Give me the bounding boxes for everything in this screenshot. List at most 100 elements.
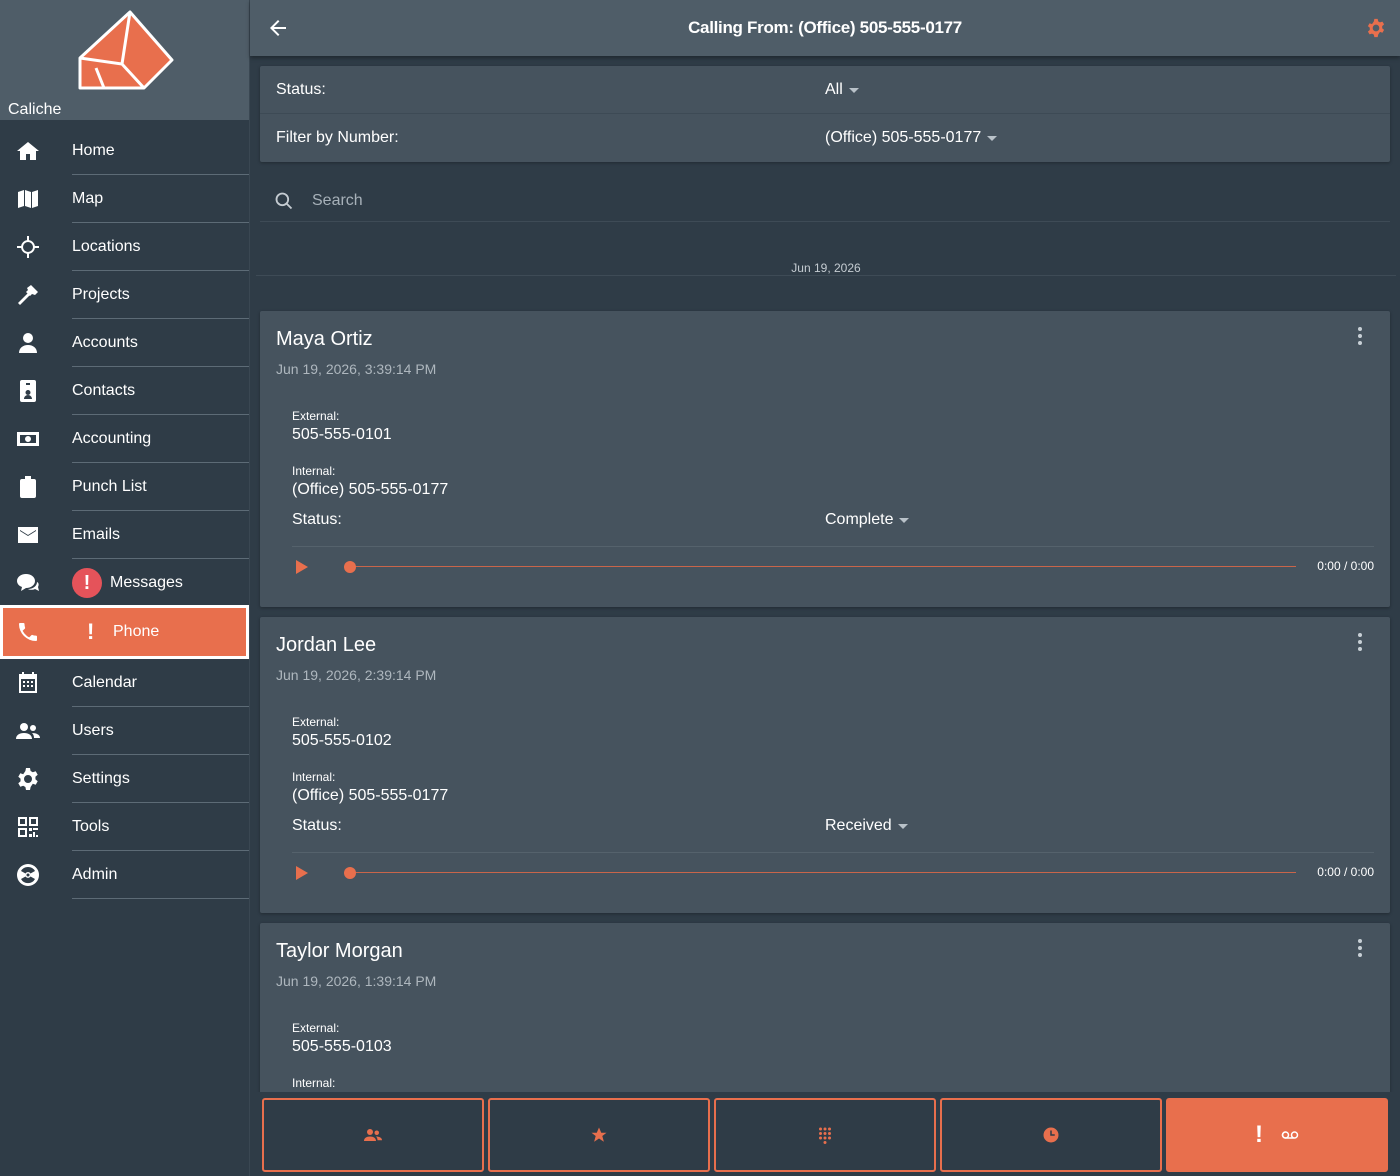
number-filter-label: Filter by Number: (276, 129, 399, 146)
call-status-value: Received (825, 817, 892, 834)
sidebar-item-admin[interactable]: Admin (0, 851, 249, 899)
audio-seek-handle[interactable] (344, 867, 356, 879)
sidebar-item-projects[interactable]: Projects (0, 271, 249, 319)
tab-dialpad[interactable] (714, 1098, 936, 1172)
sidebar-item-punch-list[interactable]: Punch List (0, 463, 249, 511)
envelope-icon (14, 523, 42, 547)
calendar-icon (14, 671, 42, 695)
messages-alert-badge: ! (72, 568, 102, 598)
qr-code-icon (14, 815, 42, 839)
call-card[interactable]: Jordan Lee Jun 19, 2026, 2:39:14 PM Exte… (260, 617, 1390, 913)
brand-name: Caliche (8, 101, 62, 118)
play-icon[interactable] (296, 560, 308, 574)
sidebar-item-label: Map (72, 190, 104, 207)
page-title: Calling From: (Office) 505-555-0177 (688, 18, 962, 37)
sidebar-item-accounts[interactable]: Accounts (0, 319, 249, 367)
sidebar-item-label: Calendar (72, 674, 137, 691)
tab-contacts[interactable] (262, 1098, 484, 1172)
sidebar-item-locations[interactable]: Locations (0, 223, 249, 271)
call-status-select[interactable]: Received (825, 817, 908, 835)
map-icon (14, 187, 42, 211)
hammer-icon (14, 283, 42, 307)
audio-seek-handle[interactable] (344, 561, 356, 573)
tab-favorites[interactable] (488, 1098, 710, 1172)
date-group-divider: Jun 19, 2026 (256, 258, 1396, 278)
sidebar-item-emails[interactable]: Emails (0, 511, 249, 559)
caliche-logo-icon[interactable] (74, 8, 176, 92)
divider (256, 275, 1396, 276)
voicemail-alert-badge: ! (1255, 1121, 1263, 1148)
caret-down-icon (897, 823, 908, 829)
more-vert-icon[interactable] (1350, 325, 1370, 347)
sidebar-item-label: Users (72, 722, 114, 739)
sidebar-item-contacts[interactable]: Contacts (0, 367, 249, 415)
top-app-bar: Calling From: (Office) 505-555-0177 (250, 0, 1400, 56)
divider (72, 898, 249, 899)
sidebar-item-map[interactable]: Map (0, 175, 249, 223)
number-filter-select[interactable]: (Office) 505-555-0177 (825, 129, 998, 147)
people-icon (364, 1129, 382, 1141)
play-icon[interactable] (296, 866, 308, 880)
date-group-label: Jun 19, 2026 (787, 261, 865, 275)
gear-icon[interactable] (1366, 18, 1386, 38)
external-number: 505-555-0103 (292, 1038, 392, 1055)
status-filter-row: Status: All (260, 66, 1390, 114)
home-icon (14, 139, 42, 163)
call-status-row: Status: Complete (292, 507, 1374, 547)
clock-icon (1043, 1127, 1059, 1143)
sidebar-item-label: Punch List (72, 478, 147, 495)
number-filter-row: Filter by Number: (Office) 505-555-0177 (260, 114, 1390, 162)
clipboard-icon (14, 475, 42, 499)
filter-card: Status: All Filter by Number: (Office) 5… (260, 66, 1390, 162)
status-filter-select[interactable]: All (825, 81, 859, 99)
call-card[interactable]: Maya Ortiz Jun 19, 2026, 3:39:14 PM Exte… (260, 311, 1390, 607)
sidebar-item-accounting[interactable]: Accounting (0, 415, 249, 463)
sidebar-item-tools[interactable]: Tools (0, 803, 249, 851)
caller-name: Jordan Lee (276, 634, 377, 656)
phone-icon (14, 620, 42, 644)
star-icon (591, 1127, 607, 1142)
search-bar (260, 178, 1390, 222)
sidebar-item-home[interactable]: Home (0, 127, 249, 175)
sidebar-item-label: Contacts (72, 382, 136, 399)
sidebar-item-label: Home (72, 142, 115, 159)
internal-number: (Office) 505-555-0177 (292, 481, 449, 498)
call-status-row: Status: Received (292, 813, 1374, 853)
external-number: 505-555-0102 (292, 732, 392, 749)
crosshair-icon (14, 235, 42, 259)
call-status-label: Status: (292, 511, 342, 528)
sidebar-item-phone[interactable]: ! Phone (0, 605, 249, 659)
external-label: External: (292, 715, 340, 729)
status-filter-label: Status: (276, 81, 326, 98)
tab-voicemail[interactable]: ! (1166, 1098, 1388, 1172)
sidebar-item-settings[interactable]: Settings (0, 755, 249, 803)
call-status-label: Status: (292, 817, 342, 834)
status-filter-value: All (825, 81, 843, 98)
search-input[interactable] (312, 188, 912, 214)
sidebar-item-label: Messages (110, 574, 183, 591)
tab-recents[interactable] (940, 1098, 1162, 1172)
external-number: 505-555-0101 (292, 426, 392, 443)
phone-alert-badge: ! (87, 619, 95, 644)
more-vert-icon[interactable] (1350, 937, 1370, 959)
call-status-select[interactable]: Complete (825, 511, 910, 529)
voicemail-icon (1281, 1131, 1299, 1139)
brand-header: Caliche (0, 0, 249, 120)
sidebar-item-label: Projects (72, 286, 130, 303)
sidebar-item-label: Admin (72, 866, 118, 883)
audio-player: 0:00 / 0:00 (292, 861, 1374, 885)
caller-name: Taylor Morgan (276, 940, 403, 962)
sidebar: Caliche Home Map Locations Projects Acco… (0, 0, 250, 1176)
audio-progress-track[interactable] (350, 566, 1296, 567)
internal-number: (Office) 505-555-0177 (292, 787, 449, 804)
sidebar-item-label: Phone (113, 623, 160, 640)
more-vert-icon[interactable] (1350, 631, 1370, 653)
search-icon (275, 192, 293, 210)
sidebar-item-messages[interactable]: ! Messages (0, 559, 249, 607)
sidebar-item-users[interactable]: Users (0, 707, 249, 755)
caller-name: Maya Ortiz (276, 328, 373, 350)
contact-card-icon (14, 379, 42, 403)
sidebar-item-calendar[interactable]: Calendar (0, 659, 249, 707)
audio-progress-track[interactable] (350, 872, 1296, 873)
audio-player: 0:00 / 0:00 (292, 555, 1374, 579)
